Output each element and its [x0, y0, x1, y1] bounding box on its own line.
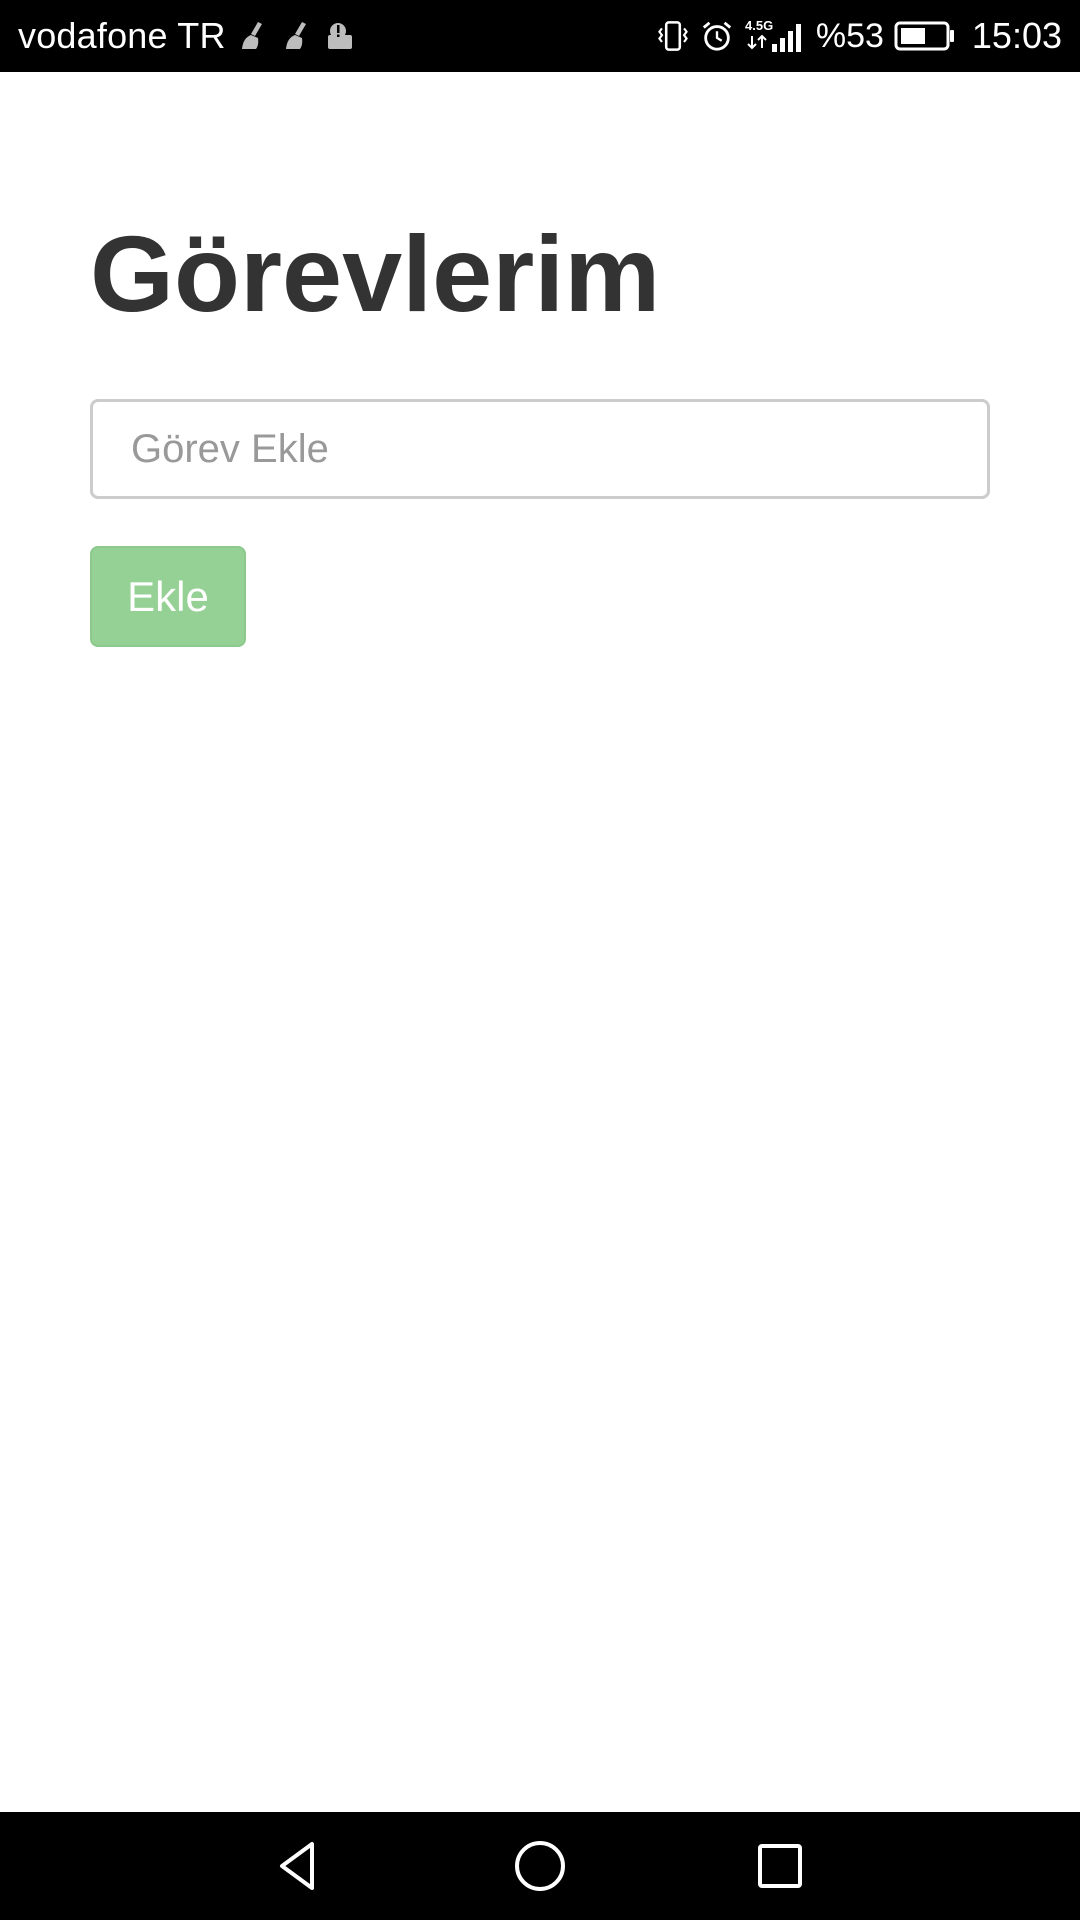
task-input[interactable] — [90, 399, 990, 499]
page-title: Görevlerim — [90, 213, 661, 334]
battery-icon — [894, 16, 956, 56]
cleaner-icon — [236, 16, 270, 56]
recents-button[interactable] — [735, 1821, 825, 1911]
add-button[interactable]: Ekle — [90, 546, 246, 647]
home-icon — [515, 1841, 565, 1891]
status-bar-left: vodafone TR — [18, 15, 358, 57]
network-type-label: 4.5G — [745, 18, 773, 33]
back-icon — [280, 1842, 314, 1890]
vibrate-icon — [656, 16, 690, 56]
status-bar: vodafone TR 4.5G %53 15:03 — [0, 0, 1080, 72]
carrier-name: vodafone TR — [18, 15, 226, 56]
battery-percent: %53 — [815, 16, 884, 55]
home-button[interactable] — [495, 1821, 585, 1911]
back-button[interactable] — [255, 1821, 345, 1911]
clock: 15:03 — [971, 15, 1062, 56]
add-button-label: Ekle — [127, 572, 209, 620]
signal-icon: 4.5G — [744, 16, 806, 56]
navigation-bar — [0, 1812, 1080, 1920]
alarm-icon — [700, 16, 734, 56]
cleaner-icon — [280, 16, 314, 56]
status-bar-right: 4.5G %53 15:03 — [656, 15, 1062, 57]
recents-icon — [758, 1844, 802, 1888]
alert-app-icon — [324, 16, 358, 56]
